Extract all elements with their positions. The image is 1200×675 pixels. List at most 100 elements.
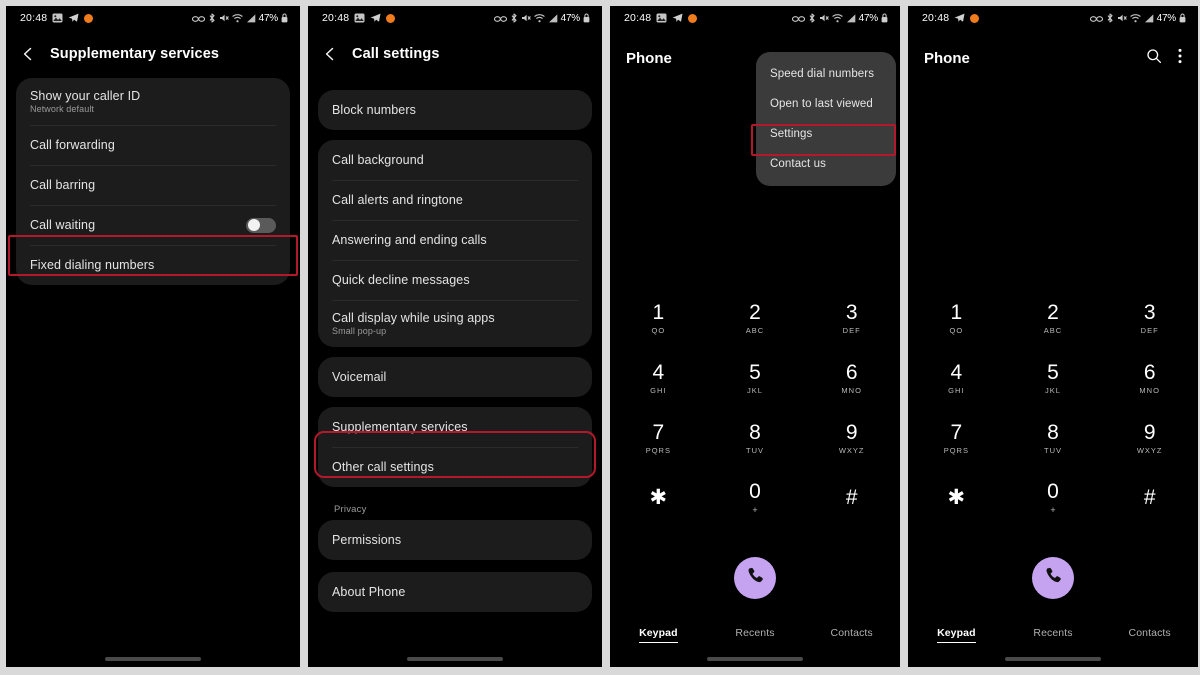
- list-item-supplementary-services[interactable]: Supplementary services: [318, 407, 592, 447]
- tab-label: Contacts: [1128, 627, 1171, 639]
- list-item-call-alerts-and-ringtone[interactable]: Call alerts and ringtone: [318, 180, 592, 220]
- key-letters: WXYZ: [838, 445, 865, 455]
- list-item-label: Block numbers: [332, 103, 416, 117]
- call-button[interactable]: [734, 557, 776, 599]
- dialpad-key-8[interactable]: 8 TUV: [1005, 416, 1102, 460]
- lock-icon: [281, 13, 288, 23]
- bottom-tab-bar: Keypad Recents Contacts: [610, 627, 900, 643]
- status-time: 20:48: [322, 12, 350, 24]
- dialpad-key-1[interactable]: 1 QO: [908, 296, 1005, 340]
- app-bar-phone: Phone: [908, 30, 1198, 86]
- list-item-answering-and-ending-calls[interactable]: Answering and ending calls: [318, 220, 592, 260]
- orange-dot-icon: [84, 13, 94, 23]
- menu-item-open-to-last-viewed[interactable]: Open to last viewed: [756, 89, 896, 119]
- status-bar-left: 20:48: [624, 12, 698, 24]
- menu-item-speed-dial-numbers[interactable]: Speed dial numbers: [756, 59, 896, 89]
- tab-label: Recents: [735, 627, 775, 639]
- page-title: Phone: [626, 49, 672, 67]
- dialpad-key-6[interactable]: 6 MNO: [1101, 356, 1198, 400]
- list-item-label: Quick decline messages: [332, 273, 470, 287]
- status-time: 20:48: [20, 12, 48, 24]
- dialpad-key-3[interactable]: 3 DEF: [1101, 296, 1198, 340]
- dialpad-key-0[interactable]: 0 +: [707, 476, 804, 520]
- call-button[interactable]: [1032, 557, 1074, 599]
- app-bar-call-settings: Call settings: [308, 30, 602, 78]
- tab-keypad[interactable]: Keypad: [610, 627, 707, 643]
- list-item-call-forwarding[interactable]: Call forwarding: [16, 125, 290, 165]
- list-item-call-waiting[interactable]: Call waiting: [16, 205, 290, 245]
- menu-item-contact-us[interactable]: Contact us: [756, 149, 896, 179]
- dialpad-key-star[interactable]: ✱: [908, 476, 1005, 520]
- call-waiting-toggle[interactable]: [246, 217, 276, 233]
- telegram-icon: [370, 13, 381, 23]
- list-item-quick-decline-messages[interactable]: Quick decline messages: [318, 260, 592, 300]
- list-item-label: About Phone: [332, 585, 406, 599]
- dialpad-key-3[interactable]: 3 DEF: [803, 296, 900, 340]
- status-time: 20:48: [624, 12, 652, 24]
- key-letters: +: [1050, 505, 1056, 515]
- tab-contacts[interactable]: Contacts: [803, 627, 900, 639]
- list-item-show-caller-id[interactable]: Show your caller ID Network default: [16, 78, 290, 125]
- key-number: 0: [749, 480, 761, 503]
- back-chevron-icon[interactable]: [322, 46, 338, 62]
- list-item-label: Fixed dialing numbers: [30, 258, 155, 272]
- tab-label: Keypad: [639, 627, 678, 643]
- list-item-other-call-settings[interactable]: Other call settings: [318, 447, 592, 487]
- key-number: 0: [1047, 480, 1059, 503]
- dialpad-key-8[interactable]: 8 TUV: [707, 416, 804, 460]
- dialpad-key-hash[interactable]: #: [1101, 476, 1198, 520]
- list-item-label: Supplementary services: [332, 420, 468, 434]
- list-item-label: Show your caller ID: [30, 89, 141, 103]
- dialpad-key-5[interactable]: 5 JKL: [707, 356, 804, 400]
- signal-icon: [548, 13, 558, 23]
- list-item-label: Call forwarding: [30, 138, 115, 152]
- status-bar: 20:48 47%: [908, 6, 1198, 30]
- dialpad-key-6[interactable]: 6 MNO: [803, 356, 900, 400]
- dialpad-key-7[interactable]: 7 PQRS: [610, 416, 707, 460]
- key-letters: DEF: [842, 325, 861, 335]
- dialpad-key-5[interactable]: 5 JKL: [1005, 356, 1102, 400]
- dialpad-key-0[interactable]: 0 +: [1005, 476, 1102, 520]
- list-item-call-background[interactable]: Call background: [318, 140, 592, 180]
- dialpad-key-1[interactable]: 1 QO: [610, 296, 707, 340]
- key-letters: TUV: [1043, 445, 1062, 455]
- dialpad-key-9[interactable]: 9 WXYZ: [1101, 416, 1198, 460]
- dialpad-key-4[interactable]: 4 GHI: [908, 356, 1005, 400]
- tab-recents[interactable]: Recents: [1005, 627, 1102, 639]
- list-item-voicemail[interactable]: Voicemail: [318, 357, 592, 397]
- back-chevron-icon[interactable]: [20, 46, 36, 62]
- status-bar: 20:48 47%: [6, 6, 300, 30]
- search-icon[interactable]: [1146, 48, 1162, 69]
- orange-dot-icon: [970, 13, 980, 23]
- dialpad-key-9[interactable]: 9 WXYZ: [803, 416, 900, 460]
- bluetooth-icon: [1106, 13, 1114, 23]
- dialpad-key-star[interactable]: ✱: [610, 476, 707, 520]
- dialpad-key-2[interactable]: 2 ABC: [707, 296, 804, 340]
- battery-percent: 47%: [258, 12, 279, 24]
- tab-contacts[interactable]: Contacts: [1101, 627, 1198, 639]
- list-item-call-display-while-using-apps[interactable]: Call display while using apps Small pop-…: [318, 300, 592, 347]
- key-letters: PQRS: [943, 445, 969, 455]
- dialpad: 1 QO 2 ABC 3 DEF 4 GHI 5 JKL 6 MNO 7 PQRS 8 TUV …: [610, 296, 900, 520]
- list-item-call-barring[interactable]: Call barring: [16, 165, 290, 205]
- list-item-fixed-dialing-numbers[interactable]: Fixed dialing numbers: [16, 245, 290, 285]
- more-vertical-icon[interactable]: [1178, 48, 1182, 69]
- dialpad-key-hash[interactable]: #: [803, 476, 900, 520]
- panel-phone: 20:48 47% Phone 1 QO 2 ABC 3 DEF 4 GHI 5…: [908, 6, 1198, 667]
- dialpad-key-2[interactable]: 2 ABC: [1005, 296, 1102, 340]
- list-item-block-numbers[interactable]: Block numbers: [318, 90, 592, 130]
- dialpad-key-7[interactable]: 7 PQRS: [908, 416, 1005, 460]
- tab-keypad[interactable]: Keypad: [908, 627, 1005, 643]
- status-bar: 20:48 47%: [308, 6, 602, 30]
- menu-item-settings[interactable]: Settings: [756, 119, 896, 149]
- list-item-permissions[interactable]: Permissions: [318, 520, 592, 560]
- key-number: 6: [1143, 360, 1156, 384]
- tab-recents[interactable]: Recents: [707, 627, 804, 639]
- status-bar-left: 20:48: [922, 12, 980, 24]
- dialpad-key-4[interactable]: 4 GHI: [610, 356, 707, 400]
- settings-card: Show your caller ID Network default Call…: [16, 78, 290, 285]
- list-item-about-phone[interactable]: About Phone: [318, 572, 592, 612]
- list-item-sublabel: Network default: [30, 104, 95, 114]
- app-bar-supplementary: Supplementary services: [6, 30, 300, 78]
- image-icon: [656, 13, 667, 23]
